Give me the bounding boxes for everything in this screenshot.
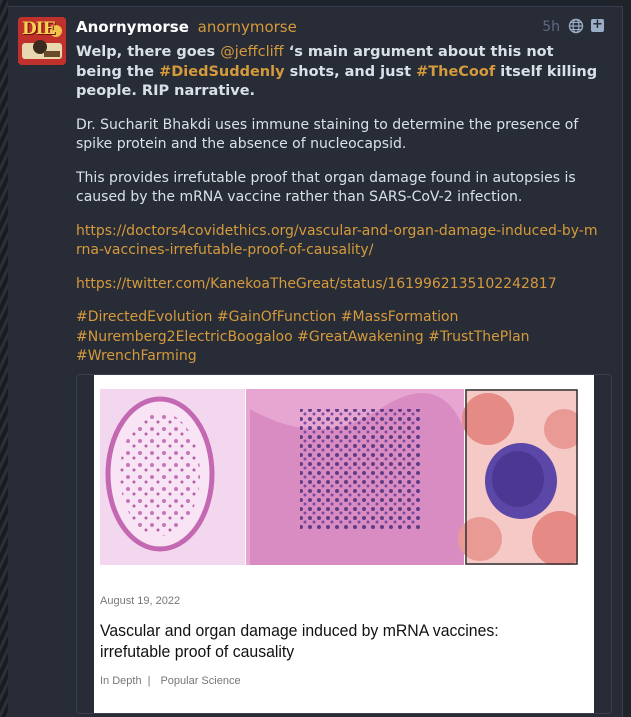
avatar[interactable]: DIE <box>18 17 66 65</box>
card-title[interactable]: Vascular and organ damage induced by mRN… <box>100 620 537 662</box>
hashtag-link[interactable]: #DiedSuddenly <box>159 64 284 80</box>
avatar-text: DIE <box>22 19 56 39</box>
histology-image <box>100 389 578 565</box>
hashtag-link[interactable]: #DirectedEvolution <box>76 309 212 325</box>
paragraph: Dr. Sucharit Bhakdi uses immune staining… <box>76 116 579 153</box>
account-handle[interactable]: anornymorse <box>198 18 297 36</box>
post-lead: Welp, there goes @jeffcliff ‘s main argu… <box>76 43 601 102</box>
card-preview-image[interactable]: August 19, 2022 Vascular and organ damag… <box>94 375 594 713</box>
external-link[interactable]: https://doctors4covidethics.org/vascular… <box>76 223 598 259</box>
post-header: Anornymorse anornymorse 5h + <box>76 17 612 39</box>
card-category[interactable]: In Depth <box>100 675 142 687</box>
display-name[interactable]: Anornymorse <box>76 18 189 36</box>
card-date: August 19, 2022 <box>100 595 181 607</box>
external-link[interactable]: https://twitter.com/KanekoaTheGreat/stat… <box>76 276 557 292</box>
hashtag-list: #DirectedEvolution #GainOfFunction #Mass… <box>76 308 601 367</box>
post-content: Welp, there goes @jeffcliff ‘s main argu… <box>76 43 601 381</box>
paragraph: This provides irrefutable proof that org… <box>76 169 576 206</box>
expand-icon[interactable]: + <box>591 18 604 32</box>
hashtag-link[interactable]: #TheCoof <box>416 64 495 80</box>
hashtag-link[interactable]: #TrustThePlan <box>428 329 529 345</box>
lead-text-1: Welp, there goes <box>76 44 221 60</box>
left-edge-texture <box>0 0 8 717</box>
status-post[interactable]: DIE Anornymorse anornymorse 5h + Welp, t… <box>8 6 623 717</box>
post-timestamp[interactable]: 5h <box>542 17 560 37</box>
hashtag-link[interactable]: #GreatAwakening <box>297 329 424 345</box>
hashtag-link[interactable]: #Nuremberg2ElectricBoogaloo <box>76 329 293 345</box>
hashtag-link[interactable]: #WrenchFarming <box>76 348 197 364</box>
mention-link[interactable]: @jeffcliff <box>220 44 283 60</box>
card-separator: | <box>147 675 151 687</box>
card-meta: In Depth | Popular Science <box>100 675 241 687</box>
card-section[interactable]: Popular Science <box>160 675 240 687</box>
lead-text-3: shots, and just <box>284 63 417 80</box>
hashtag-link[interactable]: #GainOfFunction <box>217 309 336 325</box>
hashtag-link[interactable]: #MassFormation <box>341 309 459 325</box>
link-preview-card[interactable]: August 19, 2022 Vascular and organ damag… <box>76 374 612 714</box>
globe-icon[interactable] <box>568 18 584 34</box>
